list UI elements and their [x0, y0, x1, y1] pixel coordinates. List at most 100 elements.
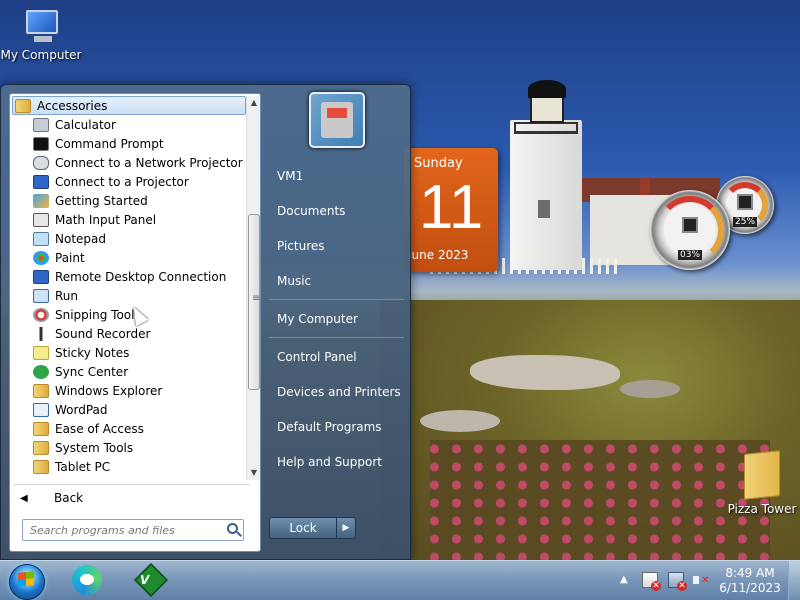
- back-button[interactable]: ◀ Back: [14, 487, 250, 509]
- right-pane-separator: [269, 299, 404, 300]
- lighthouse-window: [538, 200, 550, 218]
- projector-icon: [33, 174, 49, 189]
- notepad-icon: [33, 231, 49, 246]
- taskbar-app-edge[interactable]: [56, 563, 112, 599]
- cpu-gauge-value: 03%: [677, 250, 703, 261]
- search-box[interactable]: [22, 519, 244, 541]
- folder-icon: [15, 98, 31, 113]
- folder-icon: [33, 459, 49, 474]
- program-snipping-tool[interactable]: Snipping Tool: [10, 305, 246, 324]
- desktop-icon-label: Pizza Tower: [727, 502, 797, 516]
- start-item-music[interactable]: Music: [277, 274, 311, 288]
- start-item-my-computer[interactable]: My Computer: [277, 312, 358, 326]
- sync-icon: [33, 364, 49, 379]
- wallpaper-rock: [420, 410, 500, 432]
- programs-scrollbar[interactable]: ▲ ≡ ▼: [246, 96, 260, 480]
- program-math-input-panel[interactable]: Math Input Panel: [10, 210, 246, 229]
- start-item-documents[interactable]: Documents: [277, 204, 345, 218]
- program-folder-accessories[interactable]: Accessories: [12, 96, 246, 115]
- program-sound-recorder[interactable]: Sound Recorder: [10, 324, 246, 343]
- lock-button[interactable]: Lock: [269, 517, 337, 539]
- program-sync-center[interactable]: Sync Center: [10, 362, 246, 381]
- robot-avatar-icon: [321, 102, 353, 138]
- scrollbar-thumb[interactable]: ≡: [248, 214, 260, 390]
- program-notepad[interactable]: Notepad: [10, 229, 246, 248]
- clock-time: 8:49 AM: [725, 566, 775, 580]
- program-folder-system-tools[interactable]: System Tools: [10, 438, 246, 457]
- vim-logo-icon: V: [140, 573, 150, 587]
- scroll-up-arrow-icon[interactable]: ▲: [247, 96, 261, 110]
- start-item-help-support[interactable]: Help and Support: [277, 455, 382, 469]
- program-command-prompt[interactable]: Command Prompt: [10, 134, 246, 153]
- program-getting-started[interactable]: Getting Started: [10, 191, 246, 210]
- lighthouse-lantern: [530, 95, 564, 123]
- right-pane-separator: [269, 337, 404, 338]
- run-icon: [33, 288, 49, 303]
- cpu-chip-icon: [682, 217, 698, 234]
- desktop-icon-pizza-tower[interactable]: Pizza Tower: [722, 450, 800, 516]
- start-menu: Accessories Calculator Command Prompt Co…: [0, 84, 411, 560]
- scroll-down-arrow-icon[interactable]: ▼: [247, 466, 261, 480]
- network-icon[interactable]: [668, 572, 687, 591]
- memory-chip-icon: [737, 193, 753, 210]
- start-item-pictures[interactable]: Pictures: [277, 239, 325, 253]
- wordpad-icon: [33, 402, 49, 417]
- wallpaper-rock: [470, 355, 620, 390]
- program-paint[interactable]: Paint: [10, 248, 246, 267]
- wallpaper-rock: [620, 380, 680, 398]
- taskbar: V ▲ 8:49 AM 6/11/2023: [0, 560, 800, 600]
- paint-icon: [33, 250, 49, 265]
- lighthouse-gallery: [514, 122, 578, 134]
- clock-date: 6/11/2023: [719, 581, 781, 595]
- program-remote-desktop[interactable]: Remote Desktop Connection: [10, 267, 246, 286]
- start-item-user-folder[interactable]: VM1: [277, 169, 303, 183]
- remote-desktop-icon: [33, 269, 49, 284]
- sticky-notes-icon: [33, 345, 49, 360]
- desktop-icon-my-computer[interactable]: My Computer: [0, 8, 82, 62]
- back-arrow-icon: ◀: [20, 492, 28, 504]
- memory-gauge-value: 25%: [732, 217, 758, 228]
- program-run[interactable]: Run: [10, 286, 246, 305]
- program-connect-projector[interactable]: Connect to a Projector: [10, 172, 246, 191]
- program-folder-ease-of-access[interactable]: Ease of Access: [10, 419, 246, 438]
- getting-started-icon: [33, 193, 49, 208]
- computer-icon: [20, 10, 62, 44]
- folder-icon: [33, 440, 49, 455]
- lighthouse-tower: [510, 120, 582, 270]
- desktop-icon-label: My Computer: [0, 48, 82, 62]
- start-item-default-programs[interactable]: Default Programs: [277, 420, 382, 434]
- folder-icon: [33, 421, 49, 436]
- calculator-icon: [33, 117, 49, 132]
- show-hidden-icons-arrow-icon[interactable]: ▲: [620, 574, 628, 585]
- wallpaper-flowers: [430, 440, 770, 560]
- search-input[interactable]: [23, 523, 223, 537]
- shutdown-options-arrow-icon[interactable]: ▶: [336, 517, 356, 539]
- program-calculator[interactable]: Calculator: [10, 115, 246, 134]
- start-item-control-panel[interactable]: Control Panel: [277, 350, 357, 364]
- network-projector-icon: [33, 155, 49, 170]
- program-connect-network-projector[interactable]: Connect to a Network Projector: [10, 153, 246, 172]
- calendar-gadget[interactable]: Sunday 11 June 2023: [404, 148, 498, 272]
- start-menu-right-pane: VM1 Documents Pictures Music My Computer…: [263, 85, 412, 561]
- taskbar-app-vim[interactable]: V: [122, 563, 178, 599]
- program-folder-tablet-pc[interactable]: Tablet PC: [10, 457, 246, 476]
- search-icon[interactable]: [223, 520, 243, 540]
- user-picture[interactable]: [309, 92, 365, 148]
- program-sticky-notes[interactable]: Sticky Notes: [10, 343, 246, 362]
- command-prompt-icon: [33, 136, 49, 151]
- action-center-flag-icon[interactable]: [642, 572, 661, 591]
- cpu-gauge[interactable]: 03%: [650, 190, 730, 270]
- lighthouse-cap: [528, 80, 566, 98]
- start-item-devices-printers[interactable]: Devices and Printers: [277, 385, 401, 399]
- volume-muted-icon[interactable]: [692, 572, 709, 588]
- show-desktop-button[interactable]: [788, 561, 800, 600]
- calendar-date: 11: [418, 173, 484, 242]
- math-input-icon: [33, 212, 49, 227]
- folder-icon: [744, 450, 780, 500]
- snipping-tool-icon: [33, 307, 49, 322]
- program-windows-explorer[interactable]: Windows Explorer: [10, 381, 246, 400]
- start-button[interactable]: [6, 561, 48, 600]
- programs-separator: [14, 484, 250, 485]
- taskbar-clock[interactable]: 8:49 AM 6/11/2023: [718, 566, 782, 596]
- program-wordpad[interactable]: WordPad: [10, 400, 246, 419]
